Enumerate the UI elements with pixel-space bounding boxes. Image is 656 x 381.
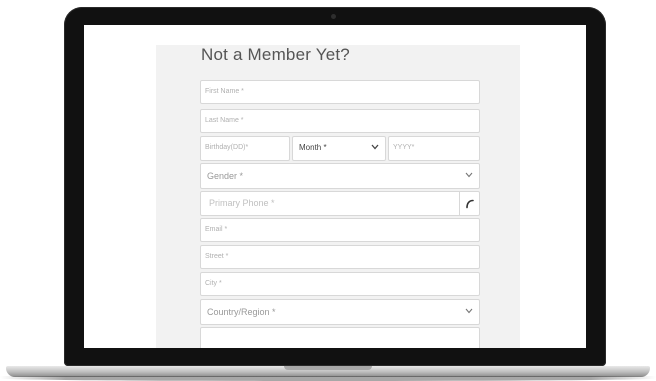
email-placeholder: Email * <box>205 226 228 233</box>
email-field[interactable]: Email * <box>200 218 480 242</box>
city-field[interactable]: City * <box>200 272 480 296</box>
primary-phone-placeholder: Primary Phone * <box>209 198 275 208</box>
last-name-field[interactable]: Last Name * <box>200 109 480 133</box>
last-name-placeholder: Last Name * <box>205 117 244 124</box>
birthday-month-value: Month * <box>299 143 327 152</box>
first-name-placeholder: First Name * <box>205 88 244 95</box>
street-placeholder: Street * <box>205 253 229 260</box>
chevron-down-icon <box>371 137 379 159</box>
form-title: Not a Member Yet? <box>201 45 350 64</box>
birthday-year-placeholder: YYYY* <box>393 144 415 151</box>
next-field-partial[interactable] <box>200 327 480 348</box>
country-region-select[interactable]: Country/Region * <box>200 299 480 325</box>
laptop-base-notch <box>284 366 372 370</box>
chevron-down-icon <box>465 300 473 324</box>
phone-icon[interactable] <box>459 192 479 215</box>
gender-select[interactable]: Gender * <box>200 163 480 189</box>
birthday-day-placeholder: Birthday(DD)* <box>205 144 249 151</box>
primary-phone-field[interactable]: Primary Phone * <box>200 191 480 216</box>
webcam <box>331 14 336 19</box>
city-placeholder: City * <box>205 280 222 287</box>
street-field[interactable]: Street * <box>200 245 480 269</box>
birthday-day-field[interactable]: Birthday(DD)* <box>200 136 290 161</box>
laptop-base-shadow <box>0 376 656 381</box>
laptop-screen: Not a Member Yet? First Name * Last Name… <box>84 25 586 348</box>
laptop-mockup: Not a Member Yet? First Name * Last Name… <box>0 0 656 381</box>
birthday-year-field[interactable]: YYYY* <box>388 136 480 161</box>
birthday-month-select[interactable]: Month * <box>292 136 386 161</box>
first-name-field[interactable]: First Name * <box>200 80 480 104</box>
chevron-down-icon <box>465 164 473 188</box>
country-region-value: Country/Region * <box>207 307 276 317</box>
gender-value: Gender * <box>207 171 244 181</box>
